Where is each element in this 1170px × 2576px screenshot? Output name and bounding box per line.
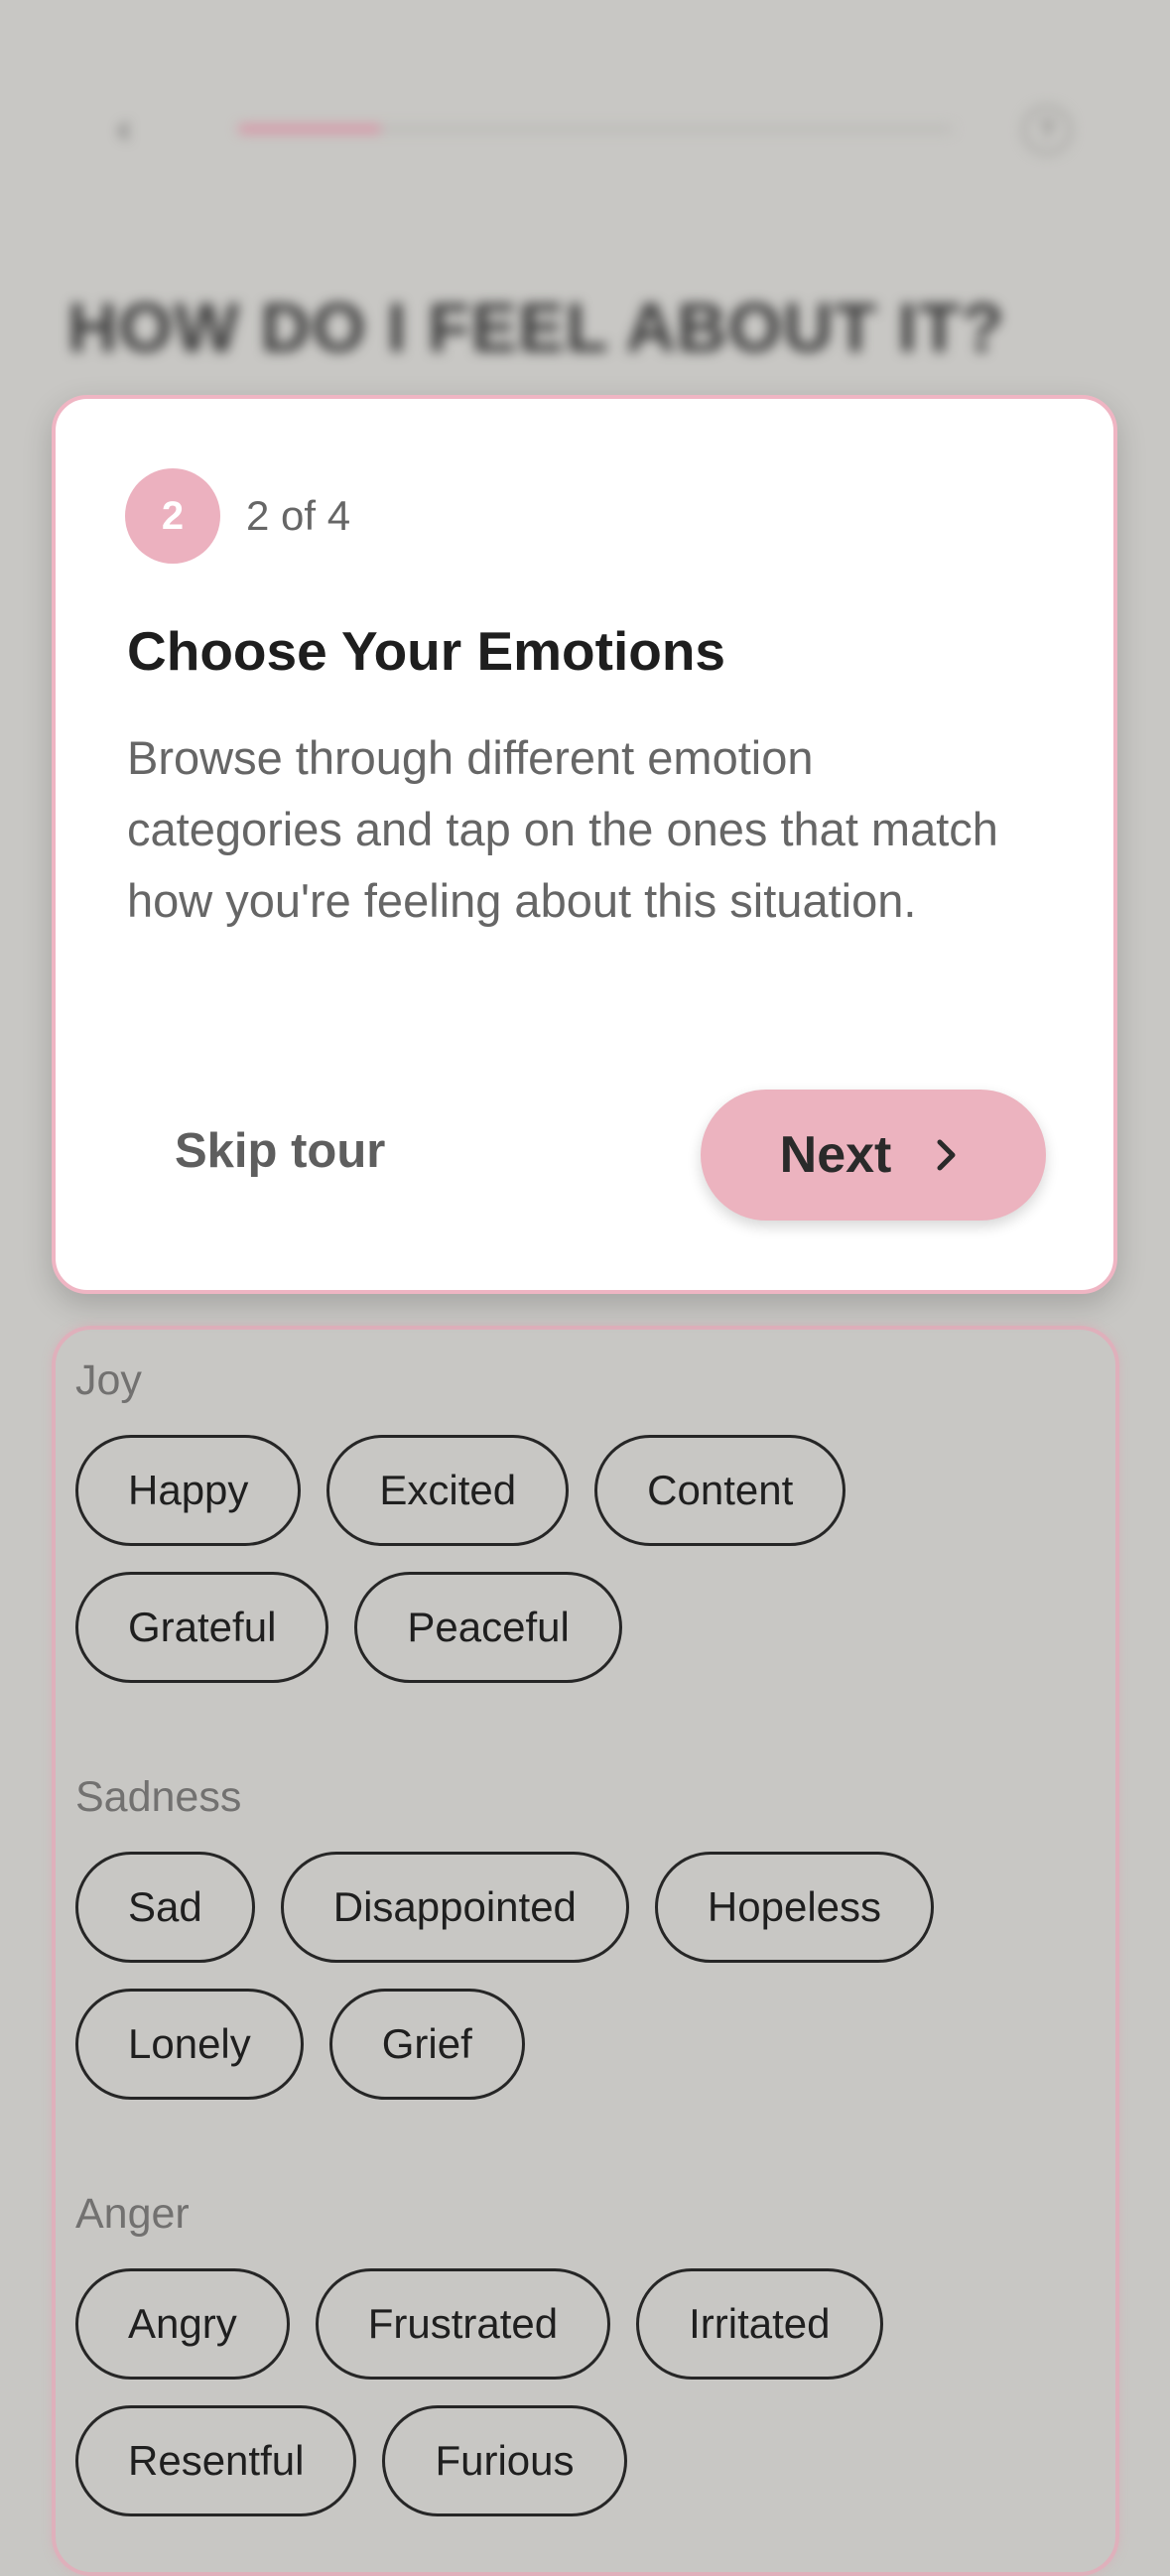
- chip-row: Grateful Peaceful: [75, 1572, 871, 1683]
- tour-card: 2 2 of 4 Choose Your Emotions Browse thr…: [52, 395, 1117, 1294]
- emotion-chip-content[interactable]: Content: [594, 1435, 846, 1546]
- chip-row: Resentful Furious: [75, 2405, 909, 2516]
- emotion-chip-frustrated[interactable]: Frustrated: [315, 2268, 611, 2380]
- tour-description: Browse through different emotion categor…: [127, 731, 998, 927]
- emotion-chip-angry[interactable]: Angry: [75, 2268, 290, 2380]
- category-label: Anger: [75, 2190, 190, 2238]
- emotion-chip-disappointed[interactable]: Disappointed: [280, 1852, 629, 1963]
- chip-row: Sad Disappointed Hopeless: [75, 1852, 960, 1963]
- chevron-left-icon: ‹: [117, 107, 131, 151]
- emotion-chip-sad[interactable]: Sad: [75, 1852, 255, 1963]
- next-button[interactable]: Next: [701, 1090, 1046, 1221]
- back-button[interactable]: ‹: [99, 107, 149, 151]
- category-label: Joy: [75, 1356, 142, 1404]
- help-button[interactable]: ?: [1022, 105, 1072, 155]
- tour-title: Choose Your Emotions: [127, 620, 726, 682]
- step-number-badge: 2: [125, 468, 220, 564]
- emotions-panel: Joy Happy Excited Content Grateful Peace…: [52, 1326, 1119, 2576]
- emotion-chip-peaceful[interactable]: Peaceful: [354, 1572, 622, 1683]
- help-circle-icon: ?: [1038, 114, 1056, 145]
- step-count: 2 of 4: [246, 492, 351, 539]
- emotion-chip-grief[interactable]: Grief: [328, 1989, 525, 2100]
- emotion-chip-resentful[interactable]: Resentful: [75, 2405, 357, 2516]
- step-indicator: 2 2 of 4: [125, 468, 350, 564]
- category-joy: Joy Happy Excited Content Grateful Peace…: [75, 1355, 871, 1709]
- page-title: HOW DO I FEEL ABOUT IT?: [67, 289, 1005, 366]
- background-header: ‹ ? HOW DO I FEEL ABOUT IT?: [0, 0, 1170, 417]
- emotion-chip-hopeless[interactable]: Hopeless: [654, 1852, 935, 1963]
- chip-row: Lonely Grief: [75, 1989, 960, 2100]
- emotion-chip-furious[interactable]: Furious: [382, 2405, 627, 2516]
- emotion-chip-grateful[interactable]: Grateful: [75, 1572, 329, 1683]
- chip-row: Happy Excited Content: [75, 1435, 871, 1546]
- progress-bar: [238, 125, 953, 133]
- chevron-right-icon: [927, 1135, 967, 1175]
- chip-row: Angry Frustrated Irritated: [75, 2268, 909, 2380]
- progress-fill: [238, 125, 381, 133]
- emotion-chip-happy[interactable]: Happy: [75, 1435, 302, 1546]
- category-anger: Anger Angry Frustrated Irritated Resentf…: [75, 2189, 909, 2542]
- skip-tour-button[interactable]: Skip tour: [175, 1123, 385, 1179]
- next-button-label: Next: [779, 1126, 892, 1184]
- category-label: Sadness: [75, 1773, 242, 1821]
- emotion-chip-irritated[interactable]: Irritated: [636, 2268, 883, 2380]
- emotion-chip-lonely[interactable]: Lonely: [75, 1989, 304, 2100]
- category-sadness: Sadness Sad Disappointed Hopeless Lonely…: [75, 1772, 960, 2125]
- emotion-chip-excited[interactable]: Excited: [326, 1435, 570, 1546]
